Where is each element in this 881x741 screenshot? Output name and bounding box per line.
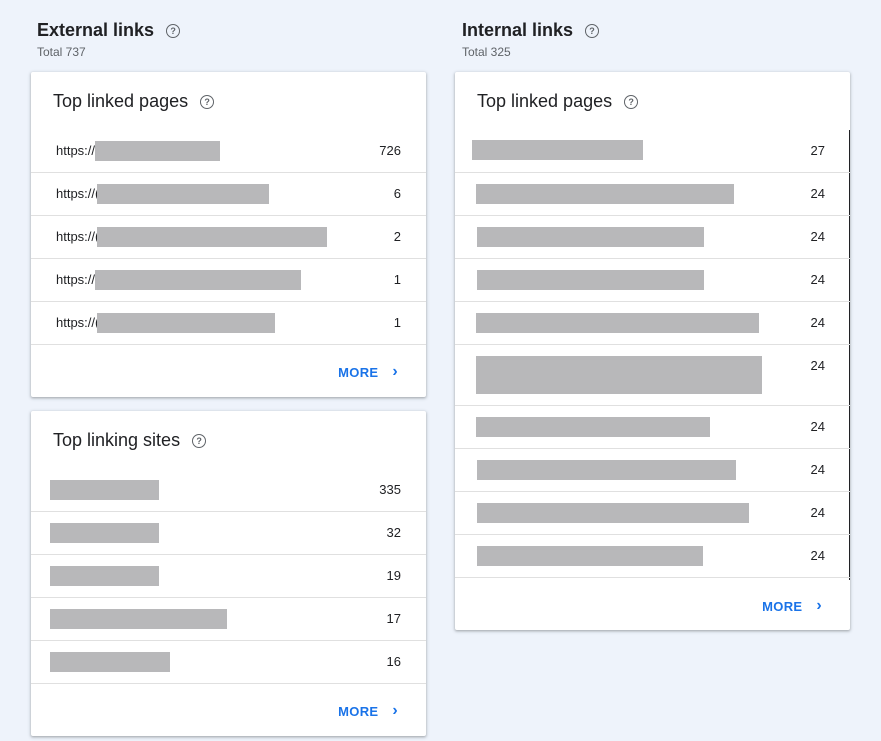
redacted-bar (50, 480, 159, 500)
redacted-bar (477, 503, 749, 523)
table: https:// 726 https://( 6 https://( 2 htt… (31, 130, 426, 345)
help-icon[interactable]: ? (200, 94, 215, 109)
table-row[interactable]: https:// 726 (31, 130, 426, 173)
row-count: 24 (810, 272, 825, 287)
table-row[interactable]: 24 (455, 173, 850, 216)
more-button[interactable]: MORE › (338, 363, 398, 381)
table-row[interactable]: https://( 2 (31, 216, 426, 259)
redacted-bar (472, 140, 643, 160)
internal-links-title: Internal links (462, 20, 574, 40)
row-count: 1 (393, 272, 401, 287)
external-links-header: External links ? Total 737 (37, 20, 181, 59)
row-url: https://( (56, 186, 100, 201)
row-count: 24 (810, 186, 825, 201)
more-label: MORE (762, 598, 803, 614)
redacted-bar (97, 227, 327, 247)
help-icon[interactable]: ? (166, 23, 181, 38)
chevron-right-icon: › (392, 702, 398, 719)
row-count: 24 (810, 505, 825, 520)
row-count: 24 (810, 462, 825, 477)
row-count: 24 (810, 229, 825, 244)
table-row[interactable]: 27 (455, 130, 850, 173)
external-top-linking-sites-card: Top linking sites ? 335 32 19 17 16 MORE… (31, 411, 426, 736)
external-links-total: Total 737 (37, 45, 86, 59)
row-count: 2 (393, 229, 401, 244)
redacted-bar (476, 184, 734, 204)
row-count: 726 (379, 143, 401, 158)
card-title: Top linking sites (53, 430, 181, 450)
more-label: MORE (338, 703, 379, 719)
redacted-bar (477, 270, 704, 290)
table: 27 24 24 24 24 24 24 24 24 24 (455, 130, 850, 578)
help-icon[interactable]: ? (624, 94, 639, 109)
redacted-bar (50, 566, 159, 586)
row-url: https://( (56, 229, 100, 244)
table-row[interactable]: 19 (31, 555, 426, 598)
redacted-bar (95, 270, 301, 290)
row-count: 19 (386, 568, 401, 583)
row-count: 6 (393, 186, 401, 201)
table-row[interactable]: 17 (31, 598, 426, 641)
redacted-bar (97, 184, 269, 204)
row-count: 1 (393, 315, 401, 330)
table-row[interactable]: https:// 1 (31, 259, 426, 302)
redacted-bar (97, 313, 275, 333)
table-row[interactable]: 24 (455, 449, 850, 492)
external-links-title: External links (37, 20, 155, 40)
table-row[interactable]: 24 (455, 345, 850, 406)
table-row[interactable]: 24 (455, 216, 850, 259)
redacted-bar (477, 460, 736, 480)
redacted-bar (476, 313, 759, 333)
table-row[interactable]: 24 (455, 259, 850, 302)
chevron-right-icon: › (392, 363, 398, 380)
row-url: https:// (56, 272, 96, 287)
more-button[interactable]: MORE › (338, 702, 398, 720)
table-row[interactable]: 16 (31, 641, 426, 684)
table-row[interactable]: 24 (455, 535, 850, 578)
row-url: https:// (56, 143, 96, 158)
row-count: 27 (810, 143, 825, 158)
internal-links-header: Internal links ? Total 325 (462, 20, 600, 59)
redacted-bar (95, 141, 220, 161)
table-row[interactable]: 24 (455, 302, 850, 345)
more-label: MORE (338, 364, 379, 380)
row-count: 335 (379, 482, 401, 497)
redacted-bar (50, 523, 159, 543)
help-icon[interactable]: ? (192, 433, 207, 448)
redacted-bar (476, 417, 710, 437)
table-row[interactable]: 24 (455, 492, 850, 535)
redacted-bar (50, 609, 227, 629)
row-count: 24 (810, 315, 825, 330)
internal-links-total: Total 325 (462, 45, 511, 59)
table-row[interactable]: 32 (31, 512, 426, 555)
internal-top-linked-pages-card: Top linked pages ? 27 24 24 24 24 24 24 … (455, 72, 850, 630)
row-count: 32 (386, 525, 401, 540)
redacted-bar (477, 546, 703, 566)
table-row[interactable]: 24 (455, 406, 850, 449)
table-row[interactable]: 335 (31, 469, 426, 512)
row-count: 24 (810, 548, 825, 563)
table: 335 32 19 17 16 (31, 469, 426, 684)
row-url: https://( (56, 315, 100, 330)
chevron-right-icon: › (816, 597, 822, 614)
row-count: 16 (386, 654, 401, 669)
row-count: 17 (386, 611, 401, 626)
table-row[interactable]: https://( 6 (31, 173, 426, 216)
help-icon[interactable]: ? (585, 23, 600, 38)
card-title: Top linked pages (477, 91, 613, 111)
redacted-bar (477, 227, 704, 247)
row-count: 24 (810, 358, 825, 373)
card-title: Top linked pages (53, 91, 189, 111)
external-top-linked-pages-card: Top linked pages ? https:// 726 https://… (31, 72, 426, 397)
redacted-bar (50, 652, 170, 672)
row-count: 24 (810, 419, 825, 434)
table-row[interactable]: https://( 1 (31, 302, 426, 345)
more-button[interactable]: MORE › (762, 597, 822, 615)
redacted-bar (476, 356, 762, 394)
